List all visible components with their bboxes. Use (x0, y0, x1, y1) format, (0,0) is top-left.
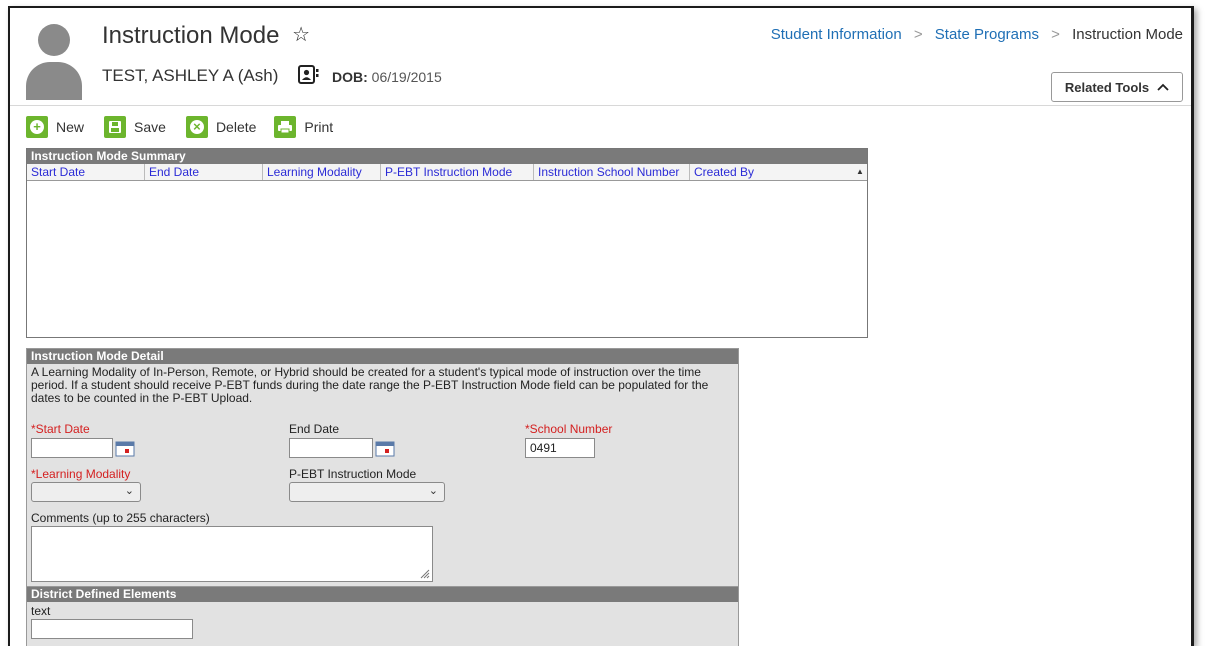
text-field-input[interactable] (31, 619, 193, 639)
breadcrumb: Student Information > State Programs > I… (771, 26, 1183, 43)
dob-label: DOB: (332, 69, 368, 85)
comments-label: Comments (up to 255 characters) (31, 511, 210, 525)
calendar-icon[interactable] (375, 440, 395, 457)
comments-textarea[interactable] (31, 526, 433, 582)
school-number-label: *School Number (525, 422, 613, 436)
detail-panel: Instruction Mode Detail A Learning Modal… (26, 348, 739, 590)
contact-card-icon[interactable] (298, 65, 320, 85)
chevron-right-icon: > (913, 26, 923, 43)
end-date-label: End Date (289, 422, 340, 436)
print-label: Print (304, 119, 334, 135)
breadcrumb-state-programs[interactable]: State Programs (935, 26, 1039, 43)
new-button[interactable]: + New (26, 116, 84, 138)
plus-icon: + (26, 116, 48, 138)
learning-modality-select[interactable]: ⌄ (31, 482, 141, 502)
breadcrumb-current: Instruction Mode (1072, 26, 1183, 43)
school-number-input[interactable]: 0491 (525, 438, 595, 458)
summary-title: Instruction Mode Summary (27, 149, 867, 164)
column-start-date[interactable]: Start Date (27, 164, 145, 180)
pebt-instruction-mode-select[interactable]: ⌄ (289, 482, 445, 502)
page-title-text: Instruction Mode (102, 22, 280, 49)
sort-up-icon[interactable]: ▲ (853, 164, 867, 180)
summary-grid: Instruction Mode Summary Start Date End … (26, 148, 868, 338)
district-panel: District Defined Elements text (26, 586, 739, 646)
star-icon[interactable]: ☆ (292, 22, 310, 47)
save-button[interactable]: Save (104, 116, 166, 138)
new-label: New (56, 119, 85, 135)
resize-grip-icon[interactable] (420, 569, 430, 579)
app-frame: Instruction Mode ☆ TEST, ASHLEY A (Ash) … (8, 6, 1194, 646)
learning-modality-label: *Learning Modality (31, 467, 131, 481)
calendar-icon[interactable] (115, 440, 135, 457)
related-tools-label: Related Tools (1064, 79, 1150, 95)
column-created-by[interactable]: Created By (690, 164, 853, 180)
chevron-down-icon: ⌄ (124, 485, 134, 497)
student-name: TEST, ASHLEY A (Ash) (102, 66, 279, 85)
save-label: Save (134, 119, 166, 135)
start-date-input[interactable] (31, 438, 113, 458)
detail-description: A Learning Modality of In-Person, Remote… (31, 365, 709, 405)
column-pebt-instruction-mode[interactable]: P-EBT Instruction Mode (381, 164, 534, 180)
chevron-up-icon (1157, 83, 1169, 91)
related-tools-button[interactable]: Related Tools (1051, 72, 1183, 102)
chevron-right-icon: > (1051, 26, 1060, 43)
column-learning-modality[interactable]: Learning Modality (263, 164, 381, 180)
summary-header-row: Start Date End Date Learning Modality P-… (27, 164, 867, 181)
chevron-down-icon: ⌄ (428, 485, 438, 497)
dob: DOB: 06/19/2015 (332, 69, 442, 85)
header-divider (10, 105, 1191, 106)
dob-value: 06/19/2015 (371, 69, 442, 85)
column-instruction-school-number[interactable]: Instruction School Number (534, 164, 690, 180)
delete-button[interactable]: × Delete (185, 116, 257, 138)
end-date-input[interactable] (289, 438, 373, 458)
toolbar: + New Save × Delete Print (26, 116, 347, 138)
printer-icon (274, 116, 297, 138)
breadcrumb-student-information[interactable]: Student Information (771, 26, 902, 43)
avatar (24, 22, 84, 100)
district-title: District Defined Elements (27, 587, 738, 602)
delete-label: Delete (215, 119, 257, 135)
column-end-date[interactable]: End Date (145, 164, 263, 180)
start-date-label: *Start Date (31, 422, 90, 436)
text-field-label: text (31, 604, 51, 618)
pebt-instruction-mode-label: P-EBT Instruction Mode (289, 467, 417, 481)
print-button[interactable]: Print (274, 116, 333, 138)
delete-icon: × (185, 116, 208, 138)
save-icon (104, 116, 127, 138)
detail-title: Instruction Mode Detail (27, 349, 738, 364)
page-title: Instruction Mode ☆ (102, 22, 310, 50)
